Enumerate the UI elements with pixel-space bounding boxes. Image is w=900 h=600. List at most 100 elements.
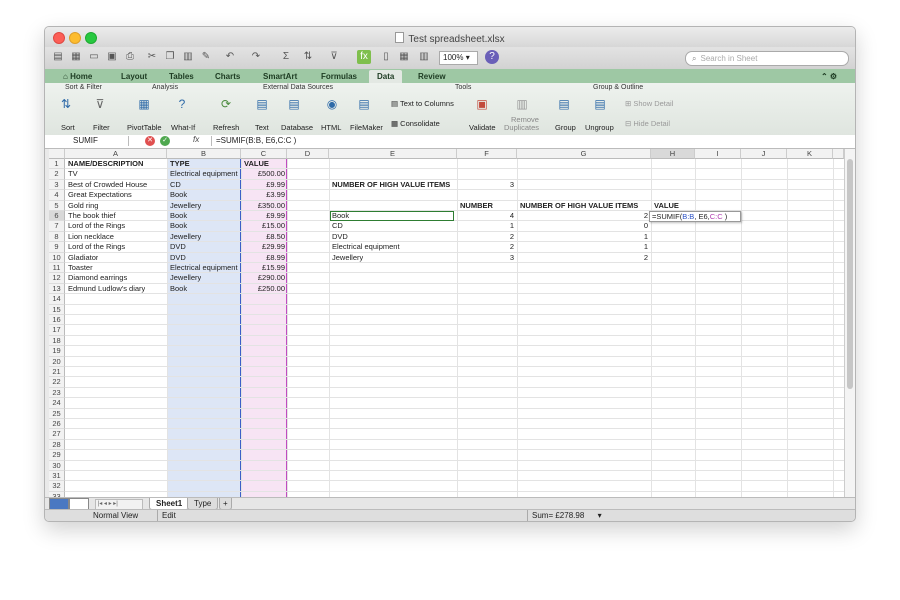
cell-c9[interactable]: £29.99 bbox=[241, 242, 285, 252]
tab-layout[interactable]: Layout bbox=[121, 70, 147, 83]
row-header-30[interactable]: 30 bbox=[49, 460, 65, 471]
row-header-1[interactable]: 1 bbox=[49, 159, 65, 170]
tab-charts[interactable]: Charts bbox=[215, 70, 240, 83]
group-button[interactable]: Group bbox=[555, 123, 576, 132]
row-header-13[interactable]: 13 bbox=[49, 283, 65, 295]
templates-icon[interactable]: ▦ bbox=[69, 50, 83, 64]
cell-f3[interactable]: 3 bbox=[457, 180, 514, 190]
cell-c13[interactable]: £250.00 bbox=[241, 284, 285, 294]
row-header-25[interactable]: 25 bbox=[49, 408, 65, 419]
tab-tables[interactable]: Tables bbox=[169, 70, 194, 83]
column-header-g[interactable]: G bbox=[517, 149, 651, 159]
filemaker-icon[interactable]: ▤ bbox=[355, 95, 373, 113]
cell-f6[interactable]: 4 bbox=[457, 211, 514, 221]
search-field[interactable]: ⌕ Search in Sheet bbox=[685, 51, 849, 66]
remove-duplicates-icon[interactable]: ▥ bbox=[513, 95, 531, 113]
html-button[interactable]: HTML bbox=[321, 123, 341, 132]
row-header-17[interactable]: 17 bbox=[49, 325, 65, 336]
undo-icon[interactable]: ↶ bbox=[223, 50, 237, 64]
row-header-22[interactable]: 22 bbox=[49, 377, 65, 388]
paste-icon[interactable]: ▥ bbox=[181, 50, 195, 64]
cell-f9[interactable]: 2 bbox=[457, 242, 514, 252]
row-header-31[interactable]: 31 bbox=[49, 471, 65, 482]
ungroup-button[interactable]: Ungroup bbox=[585, 123, 614, 132]
function-icon[interactable]: fx bbox=[357, 50, 371, 64]
editing-cell-h6[interactable]: =SUMIF(B:B, E6,C:C ) bbox=[649, 211, 741, 222]
text-import-icon[interactable]: ▤ bbox=[253, 95, 271, 113]
column-header-k[interactable]: K bbox=[787, 149, 833, 159]
scroll-thumb[interactable] bbox=[847, 159, 853, 389]
cell-f10[interactable]: 3 bbox=[457, 253, 514, 263]
cell-a4[interactable]: Great Expectations bbox=[68, 190, 132, 200]
row-header-19[interactable]: 19 bbox=[49, 346, 65, 357]
column-header-l[interactable] bbox=[833, 149, 844, 159]
cell-a3[interactable]: Best of Crowded House bbox=[68, 180, 147, 190]
row-header-26[interactable]: 26 bbox=[49, 419, 65, 430]
ungroup-icon[interactable]: ▤ bbox=[591, 95, 609, 113]
cell-a6[interactable]: The book thief bbox=[68, 211, 116, 221]
cell-a1[interactable]: NAME/DESCRIPTION bbox=[68, 159, 143, 169]
cell-b1[interactable]: TYPE bbox=[170, 159, 190, 169]
cell-b5[interactable]: Jewellery bbox=[170, 201, 201, 211]
cell-e8[interactable]: DVD bbox=[332, 232, 348, 242]
row-header-11[interactable]: 11 bbox=[49, 263, 65, 274]
cell-b6[interactable]: Book bbox=[170, 211, 187, 221]
row-header-24[interactable]: 24 bbox=[49, 398, 65, 409]
filemaker-button[interactable]: FileMaker bbox=[350, 123, 383, 132]
sort-button[interactable]: Sort bbox=[61, 123, 75, 132]
tab-review[interactable]: Review bbox=[418, 70, 446, 83]
cell-c10[interactable]: £8.99 bbox=[241, 253, 285, 263]
row-header-8[interactable]: 8 bbox=[49, 231, 65, 243]
cell-a13[interactable]: Edmund Ludlow's diary bbox=[68, 284, 145, 294]
row-header-3[interactable]: 3 bbox=[49, 179, 65, 191]
cell-a12[interactable]: Diamond earrings bbox=[68, 273, 127, 283]
status-sum[interactable]: Sum= £278.98 ▾ bbox=[527, 510, 626, 521]
column-header-e[interactable]: E bbox=[329, 149, 457, 159]
row-header-9[interactable]: 9 bbox=[49, 242, 65, 253]
row-header-32[interactable]: 32 bbox=[49, 481, 65, 492]
pivottable-button[interactable]: PivotTable bbox=[127, 123, 162, 132]
row-header-5[interactable]: 5 bbox=[49, 200, 65, 211]
row-header-4[interactable]: 4 bbox=[49, 190, 65, 201]
cell-b4[interactable]: Book bbox=[170, 190, 187, 200]
spreadsheet-grid[interactable]: A B C D E F G H I J K 1 2 3 4 5 6 7 8 9 10 11 12 13 1… bbox=[49, 149, 844, 497]
cell-b8[interactable]: Jewellery bbox=[170, 232, 201, 242]
cell-e10[interactable]: Jewellery bbox=[332, 253, 363, 263]
cancel-formula-icon[interactable]: ✕ bbox=[145, 136, 155, 146]
cell-g9[interactable]: 1 bbox=[517, 242, 648, 252]
row-header-20[interactable]: 20 bbox=[49, 356, 65, 367]
cell-c11[interactable]: £15.99 bbox=[241, 263, 285, 273]
pivottable-icon[interactable]: ▦ bbox=[135, 95, 153, 113]
cell-c8[interactable]: £8.50 bbox=[241, 232, 285, 242]
text-to-columns-button[interactable]: ▤ Text to Columns bbox=[391, 99, 454, 108]
column-header-d[interactable]: D bbox=[287, 149, 329, 159]
confirm-formula-icon[interactable]: ✓ bbox=[160, 136, 170, 146]
cell-a8[interactable]: Lion necklace bbox=[68, 232, 114, 242]
row-header-6[interactable]: 6 bbox=[49, 211, 65, 222]
cut-icon[interactable]: ✂ bbox=[145, 50, 159, 64]
consolidate-button[interactable]: ▦ Consolidate bbox=[391, 119, 440, 128]
column-header-j[interactable]: J bbox=[741, 149, 787, 159]
row-header-15[interactable]: 15 bbox=[49, 304, 65, 315]
column-header-b[interactable]: B bbox=[167, 149, 241, 159]
cell-h5[interactable]: VALUE bbox=[654, 201, 679, 211]
filter-icon[interactable]: ⊽ bbox=[327, 50, 341, 64]
row-header-2[interactable]: 2 bbox=[49, 169, 65, 180]
remove-button-line2[interactable]: Duplicates bbox=[504, 123, 539, 132]
sidebar-icon[interactable]: ▥ bbox=[417, 50, 431, 64]
cell-f5[interactable]: NUMBER bbox=[460, 201, 493, 211]
format-painter-icon[interactable]: ✎ bbox=[199, 50, 213, 64]
cell-a2[interactable]: TV bbox=[68, 169, 78, 179]
whatif-icon[interactable]: ? bbox=[173, 95, 191, 113]
cell-b7[interactable]: Book bbox=[170, 221, 187, 231]
cell-b10[interactable]: DVD bbox=[170, 253, 186, 263]
group-icon[interactable]: ▤ bbox=[555, 95, 573, 113]
cell-f8[interactable]: 2 bbox=[457, 232, 514, 242]
row-header-7[interactable]: 7 bbox=[49, 221, 65, 232]
save-icon[interactable]: ▣ bbox=[105, 50, 119, 64]
cell-g7[interactable]: 0 bbox=[517, 221, 648, 231]
cell-g5[interactable]: NUMBER OF HIGH VALUE ITEMS bbox=[520, 201, 638, 211]
vertical-scrollbar[interactable] bbox=[844, 149, 855, 497]
cell-a10[interactable]: Gladiator bbox=[68, 253, 98, 263]
name-box[interactable]: SUMIF bbox=[49, 136, 129, 146]
